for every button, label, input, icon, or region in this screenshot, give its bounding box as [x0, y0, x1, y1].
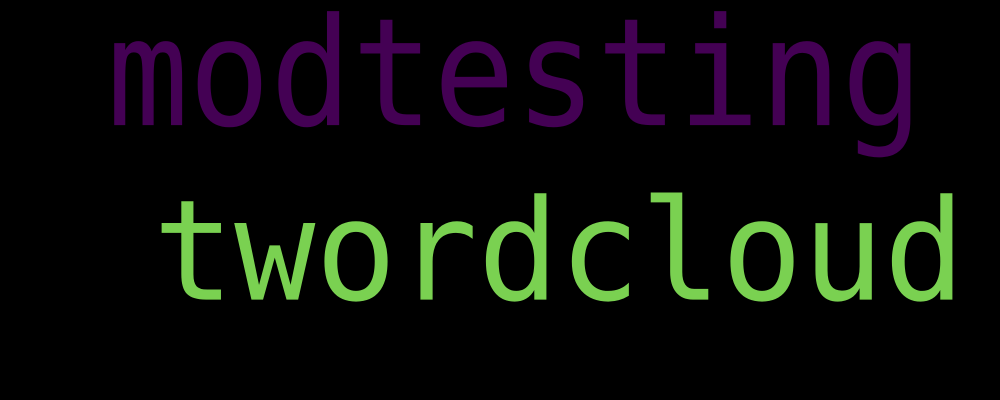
- word-modtesting: modtesting: [107, 0, 924, 161]
- word-cloud-canvas: modtesting twordcloud: [0, 0, 1000, 400]
- word-twordcloud: twordcloud: [153, 170, 966, 334]
